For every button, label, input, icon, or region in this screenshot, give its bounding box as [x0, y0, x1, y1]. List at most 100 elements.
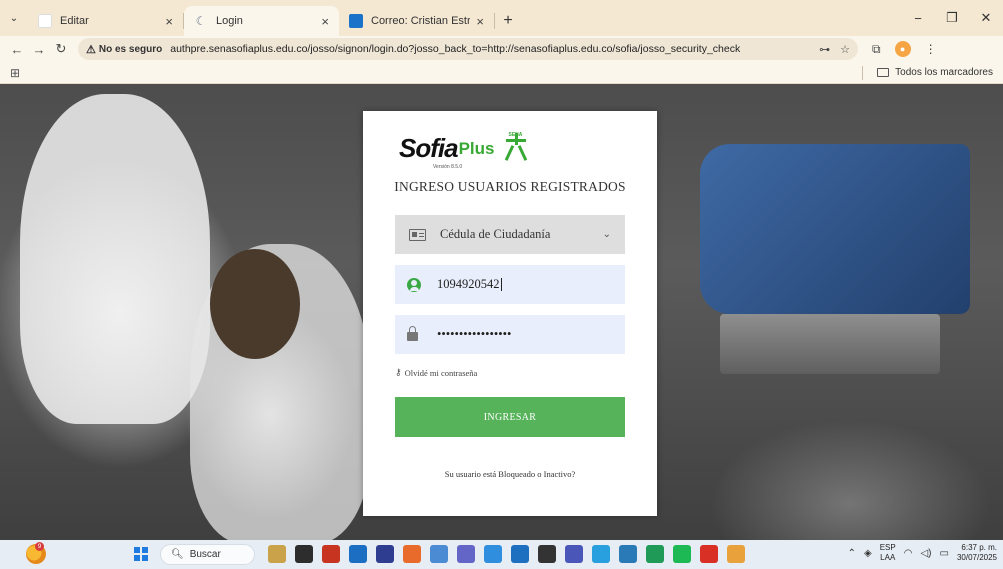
- clock-time: 6:37 p. m.: [961, 543, 997, 552]
- menu-kebab-icon[interactable]: ⋮: [925, 42, 937, 56]
- profile-avatar[interactable]: ●: [894, 41, 911, 57]
- taskbar-app-icon[interactable]: [646, 545, 664, 563]
- back-icon[interactable]: ←: [6, 38, 28, 60]
- restore-icon[interactable]: ❐: [935, 0, 969, 36]
- taskbar-app-icon[interactable]: [484, 545, 502, 563]
- search-icon: 🔍︎: [171, 549, 184, 560]
- wifi-icon[interactable]: ◠: [904, 548, 913, 559]
- taskbar-app-icon[interactable]: [727, 545, 745, 563]
- tab-title: Correo: Cristian Estrada Betanc: [371, 15, 471, 27]
- logo-text-plus: Plus: [458, 139, 495, 158]
- taskbar-app-icon[interactable]: [511, 545, 529, 563]
- login-title: INGRESO USUARIOS REGISTRADOS: [394, 179, 626, 194]
- bookmarks-divider: [862, 65, 864, 80]
- tray-overflow-chevron-icon[interactable]: ⌃: [848, 548, 856, 559]
- reload-icon[interactable]: ↻: [50, 38, 72, 60]
- taskbar-app-icon[interactable]: [349, 545, 367, 563]
- language-indicator[interactable]: ESP LAA: [880, 543, 896, 563]
- warning-icon: ⚠: [86, 43, 96, 56]
- password-field[interactable]: •••••••••••••••••: [395, 315, 625, 354]
- taskbar-app-icon[interactable]: [322, 545, 340, 563]
- document-type-select[interactable]: Cédula de Ciudadanía ⌄: [395, 215, 625, 254]
- tab-close-icon[interactable]: ×: [165, 14, 173, 29]
- volume-icon[interactable]: ◁): [920, 548, 931, 559]
- taskbar-app-icon[interactable]: [565, 545, 583, 563]
- login-page-background: Sofia Plus Versión 8.5.0 SENA INGRESO US…: [0, 84, 1003, 540]
- start-menu-icon[interactable]: [134, 547, 148, 561]
- address-bar[interactable]: ⚠ No es seguro authpre.senasofiaplus.edu…: [78, 38, 858, 60]
- login-submit-button[interactable]: INGRESAR: [395, 397, 625, 437]
- minimize-icon[interactable]: −: [901, 0, 935, 36]
- taskbar-app-icon[interactable]: [538, 545, 556, 563]
- blocked-user-link[interactable]: Su usuario está Bloqueado o Inactivo?: [363, 469, 657, 479]
- security-label: No es seguro: [98, 43, 163, 55]
- chevron-down-icon: ⌄: [602, 229, 611, 240]
- browser-tab-strip: ⌄ Editar × ☾ Login × Correo: Cristian Es…: [0, 0, 1003, 36]
- tab-close-icon[interactable]: ×: [476, 14, 484, 29]
- key-icon: ⚷: [395, 367, 402, 377]
- system-tray: ⌃ ◈ ESP LAA ◠ ◁) ▭ 6:37 p. m. 30/07/2025: [848, 543, 997, 563]
- taskbar-app-icon[interactable]: [592, 545, 610, 563]
- tab-login[interactable]: ☾ Login ×: [184, 6, 339, 36]
- logo-version: Versión 8.5.0: [433, 164, 463, 170]
- security-indicator[interactable]: ⚠ No es seguro: [86, 43, 162, 56]
- battery-icon[interactable]: ▭: [940, 548, 949, 559]
- clock-date: 30/07/2025: [956, 553, 997, 562]
- id-card-icon: [409, 228, 426, 241]
- language-code: ESP: [879, 543, 896, 552]
- address-bar-icons: ⊶ ☆: [819, 43, 850, 56]
- browser-toolbar: ← → ↻ ⚠ No es seguro authpre.senasofiapl…: [0, 36, 1003, 62]
- all-bookmarks-button[interactable]: Todos los marcadores: [862, 65, 993, 80]
- bookmark-star-icon[interactable]: ☆: [840, 43, 850, 56]
- sena-logo-icon: SENA: [502, 132, 530, 163]
- login-card: Sofia Plus Versión 8.5.0 SENA INGRESO US…: [363, 111, 657, 516]
- extensions-icon[interactable]: ⧉: [872, 42, 881, 57]
- text-caret: [500, 278, 502, 291]
- taskbar-app-icon[interactable]: [700, 545, 718, 563]
- lock-icon: [407, 326, 418, 341]
- document-type-value: Cédula de Ciudadanía: [440, 227, 551, 241]
- forgot-password-link[interactable]: ⚷ Olvidé mi contraseña: [395, 367, 477, 378]
- username-value: 1094920542: [437, 277, 500, 291]
- toolbar-right: ⧉ ● ⋮: [872, 41, 937, 57]
- tray-app-icon[interactable]: ◈: [864, 548, 872, 559]
- outlook-icon: [349, 14, 363, 28]
- taskbar-app-icon[interactable]: [457, 545, 475, 563]
- url-text: authpre.senasofiaplus.edu.co/josso/signo…: [170, 43, 741, 55]
- taskbar-app-icon[interactable]: [268, 545, 286, 563]
- close-window-icon[interactable]: ✕: [969, 0, 1003, 36]
- tab-editar[interactable]: Editar ×: [28, 6, 183, 36]
- taskbar-app-icon[interactable]: [619, 545, 637, 563]
- keyboard-layout: LAA: [880, 553, 896, 562]
- weather-badge: 9: [35, 542, 44, 551]
- windows-taskbar: 9 🔍︎ Buscar ⌃ ◈ ESP LAA ◠ ◁) ▭ 6:37 p. m…: [0, 540, 1003, 569]
- taskbar-pinned-apps: [268, 545, 745, 563]
- password-key-icon[interactable]: ⊶: [819, 43, 830, 56]
- taskbar-app-icon[interactable]: [673, 545, 691, 563]
- user-icon: [407, 277, 421, 292]
- all-bookmarks-label: Todos los marcadores: [895, 67, 993, 78]
- background-photo-machine: [700, 144, 970, 314]
- forgot-password-label: Olvidé mi contraseña: [404, 367, 478, 378]
- taskbar-app-icon[interactable]: [295, 545, 313, 563]
- tab-correo[interactable]: Correo: Cristian Estrada Betanc ×: [339, 6, 494, 36]
- background-photo-person: [210, 249, 300, 359]
- tab-title: Login: [216, 15, 243, 27]
- clock[interactable]: 6:37 p. m. 30/07/2025: [957, 543, 997, 563]
- background-photo-machine: [720, 314, 940, 374]
- taskbar-app-icon[interactable]: [430, 545, 448, 563]
- taskbar-app-icon[interactable]: [403, 545, 421, 563]
- taskbar-app-icon[interactable]: [376, 545, 394, 563]
- loading-icon: ☾: [195, 14, 207, 28]
- username-field[interactable]: 1094920542: [395, 265, 625, 304]
- window-controls: − ❐ ✕: [901, 0, 1003, 36]
- password-value: •••••••••••••••••: [437, 327, 512, 341]
- tab-close-icon[interactable]: ×: [321, 14, 329, 29]
- apps-grid-icon[interactable]: ⊞: [10, 66, 20, 80]
- new-tab-button[interactable]: +: [495, 6, 521, 36]
- tab-title: Editar: [60, 15, 89, 27]
- forward-icon[interactable]: →: [28, 38, 50, 60]
- taskbar-search-box[interactable]: 🔍︎ Buscar: [160, 544, 255, 565]
- tab-search-chevron-icon[interactable]: ⌄: [0, 0, 28, 36]
- taskbar-search-label: Buscar: [189, 549, 221, 560]
